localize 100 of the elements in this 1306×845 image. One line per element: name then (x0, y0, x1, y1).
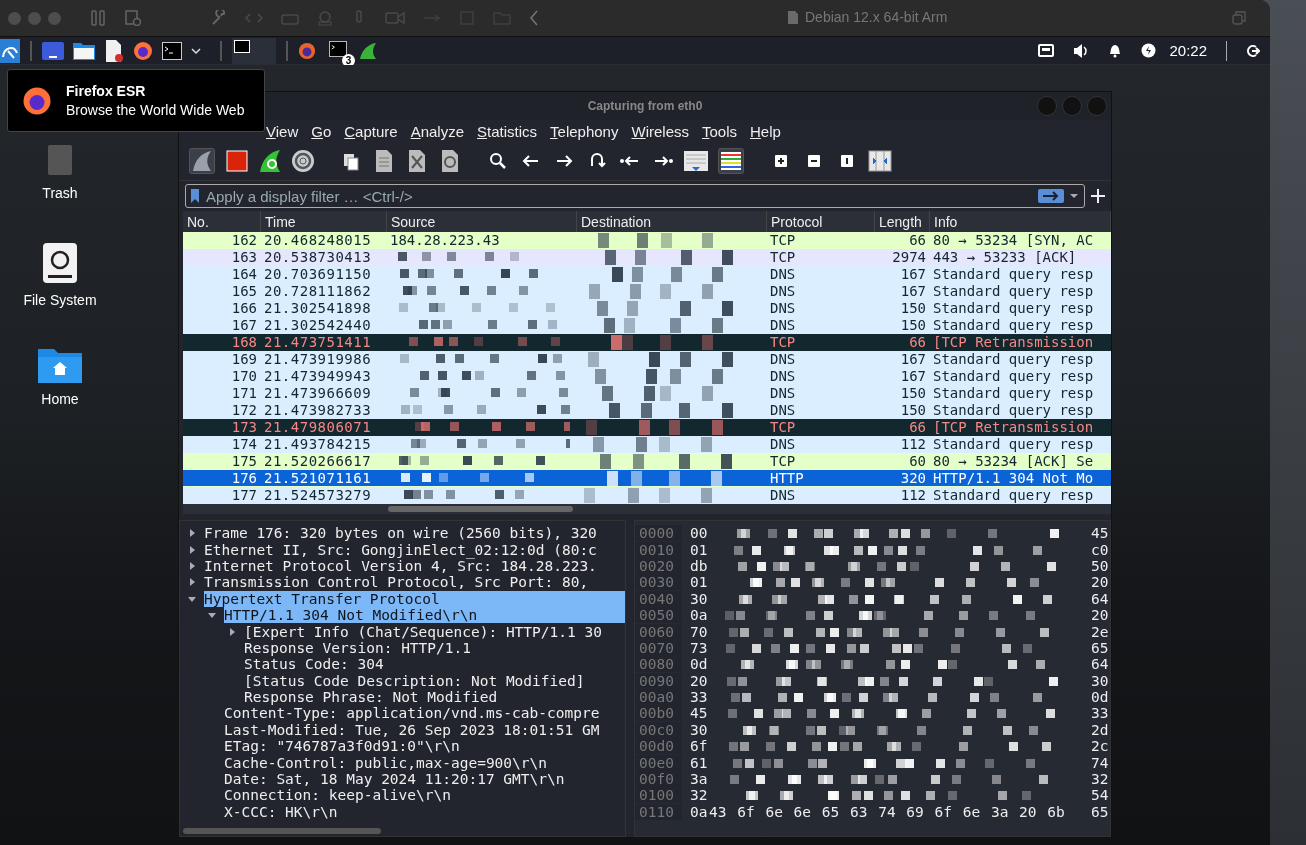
scrollbar-thumb[interactable] (388, 506, 573, 512)
drive-icon[interactable] (42, 242, 78, 284)
table-cell-text: 80 → 53234 [ACK] Se (932, 453, 1095, 469)
table-cell-text: 169 (230, 351, 258, 367)
snapshot-icon[interactable] (125, 10, 141, 26)
table-cell-text: DNS (769, 351, 797, 367)
dragon-menu-icon[interactable] (0, 38, 20, 63)
tree-item[interactable]: Frame 176: 320 bytes on wire (2560 bits), 320 (204, 525, 601, 542)
tree-item[interactable]: X-CCC: HK\r\n (224, 803, 342, 820)
hex-byte: 30 (690, 590, 709, 607)
tree-item[interactable]: [Expert Info (Chat/Sequence): HTTP/1.1 30 (244, 623, 606, 640)
packet-row[interactable]: 167 21.302542440 DNS 150 Standard query resp (183, 317, 1111, 334)
packet-row[interactable]: 170 21.473949943 DNS 167 Standard query resp (183, 368, 1111, 385)
filter-input[interactable]: Apply a display filter … <Ctrl-/> (206, 187, 1032, 205)
display-filter-field[interactable]: Apply a display filter … <Ctrl-/> (185, 184, 1085, 208)
packet-row[interactable]: 171 21.473966609 DNS 150 Standard query resp (183, 385, 1111, 402)
packet-row[interactable]: 163 20.538730413 TCP 2974 443 → 53233 [ACK] (183, 249, 1111, 266)
clock[interactable]: 20:22 (1169, 42, 1207, 59)
hex-byte: 70 (690, 623, 709, 640)
shark-fin-icon[interactable] (359, 41, 377, 60)
tree-item[interactable]: Date: Sat, 18 May 2024 11:20:17 GMT\r\n (224, 771, 569, 788)
tree-item[interactable]: Content-Type: application/vnd.ms-cab-compre (224, 705, 604, 722)
menu-item[interactable]: Telephony (550, 122, 619, 140)
hex-byte: 01 (690, 541, 709, 558)
logout-icon[interactable] (1246, 43, 1260, 58)
hex-byte: 30 (1091, 672, 1110, 689)
packet-row[interactable]: 177 21.524573279 DNS 112 Standard query resp (183, 487, 1111, 504)
shark-fin-icon[interactable] (189, 148, 215, 174)
table-cell-text: 174 (230, 436, 258, 452)
collapse-icon[interactable] (529, 10, 539, 26)
tree-item[interactable]: Cache-Control: public,max-age=900\r\n (224, 754, 551, 771)
volume-icon[interactable] (1073, 43, 1090, 58)
bell-icon[interactable] (1108, 43, 1123, 58)
tree-item[interactable]: Response Phrase: Not Modified (244, 689, 502, 706)
table-cell-text: 112 (899, 487, 927, 503)
packet-row[interactable]: 169 21.473919986 DNS 167 Standard query resp (183, 351, 1111, 368)
hex-offset: 00d0 (635, 738, 683, 755)
add-icon[interactable] (1091, 189, 1105, 203)
packet-row[interactable]: 173 21.479806071 TCP 66 [TCP Retransmission (183, 419, 1111, 436)
packet-row[interactable]: 165 20.728111862 DNS 167 Standard query resp (183, 283, 1111, 300)
desktop-icon[interactable] (42, 41, 64, 60)
dropdown-icon[interactable] (1070, 193, 1078, 199)
tree-item[interactable]: Status Code: 304 (244, 656, 388, 673)
columns-icon[interactable] (867, 148, 893, 174)
hex-byte: 74 (1091, 754, 1110, 771)
menu-item[interactable]: Capture (344, 122, 398, 140)
tree-item[interactable]: [Status Code Description: Not Modified] (244, 672, 589, 689)
table-cell-text: 2974 (891, 249, 927, 265)
stop-icon[interactable] (224, 148, 250, 174)
tree-item[interactable]: Last-Modified: Tue, 26 Sep 2023 18:01:51 GM (224, 721, 604, 738)
menu-item[interactable]: Tools (702, 122, 737, 140)
firefox-icon[interactable] (133, 40, 153, 61)
folder-icon[interactable] (73, 41, 95, 60)
terminal-icon[interactable] (162, 41, 182, 60)
table-cell-text: DNS (769, 385, 797, 401)
table-cell-text: 150 (899, 300, 927, 316)
tree-item[interactable]: HTTP/1.1 304 Not Modified\r\n (224, 607, 625, 624)
menu-item[interactable]: View (266, 122, 299, 140)
list-icon[interactable] (683, 148, 709, 174)
packet-row[interactable]: 162 20.468248015 184.28.223.43 TCP 66 80 → 53234 [SYN, AC (183, 232, 1111, 249)
terminal-icon[interactable] (329, 40, 347, 57)
table-cell-text: DNS (769, 317, 797, 333)
tree-item[interactable]: Response Version: HTTP/1.1 (244, 639, 475, 656)
caret-icon[interactable] (191, 46, 201, 55)
text-editor-icon[interactable] (104, 39, 124, 62)
packet-row[interactable]: 164 20.703691150 DNS 167 Standard query resp (183, 266, 1111, 283)
tree-item[interactable]: ETag: "746787a3f0d91:0"\r\n (224, 738, 464, 755)
workspace-switcher[interactable] (232, 37, 276, 64)
bookmark-icon[interactable] (190, 188, 200, 204)
table-cell-text: HTTP (769, 470, 805, 486)
tree-item[interactable]: Hypertext Transfer Protocol (204, 590, 625, 607)
packet-row[interactable]: 166 21.302541898 DNS 150 Standard query resp (183, 300, 1111, 317)
packet-row[interactable]: 174 21.493784215 DNS 112 Standard query resp (183, 436, 1111, 453)
wrench-icon[interactable] (211, 10, 227, 26)
scrollbar-thumb[interactable] (183, 828, 381, 834)
hex-byte: 20 (1091, 607, 1110, 624)
tree-item[interactable]: Ethernet II, Src: GongjinElect_02:12:0d (80:c (204, 541, 601, 558)
menu-item[interactable]: Analyze (410, 122, 465, 140)
tree-item[interactable]: Connection: keep-alive\r\n (224, 787, 455, 804)
table-cell-text: 21.521071161 (263, 470, 373, 486)
firefox-icon[interactable] (298, 41, 316, 60)
table-cell-text: 170 (230, 368, 258, 384)
table-cell-text: 20.703691150 (263, 266, 373, 282)
packet-row[interactable]: 175 21.520266617 TCP 60 80 → 53234 [ACK] Se (183, 453, 1111, 470)
packet-row[interactable]: 176 21.521071161 HTTP 320 HTTP/1.1 304 Not Mo (183, 470, 1111, 487)
table-cell: 184.28.223.43 (390, 232, 500, 248)
settings-icon[interactable] (290, 148, 316, 174)
menu-item[interactable]: Go (311, 122, 332, 140)
network-icon[interactable] (1038, 43, 1055, 58)
table-cell-text: 167 (899, 368, 927, 384)
menu-item[interactable]: Help (750, 122, 781, 140)
tree-item[interactable]: Transmission Control Protocol, Src Port: 80, (204, 574, 593, 591)
stripes-icon[interactable] (718, 148, 744, 174)
home-folder-icon[interactable] (38, 347, 82, 383)
power-icon[interactable] (1141, 43, 1157, 58)
menu-item[interactable]: Statistics (477, 122, 538, 140)
menu-item[interactable]: Wireless (631, 122, 689, 140)
packet-row[interactable]: 168 21.473751411 TCP 66 [TCP Retransmission (183, 334, 1111, 351)
packet-row[interactable]: 172 21.473982733 DNS 150 Standard query resp (183, 402, 1111, 419)
restart-icon[interactable] (257, 148, 283, 174)
